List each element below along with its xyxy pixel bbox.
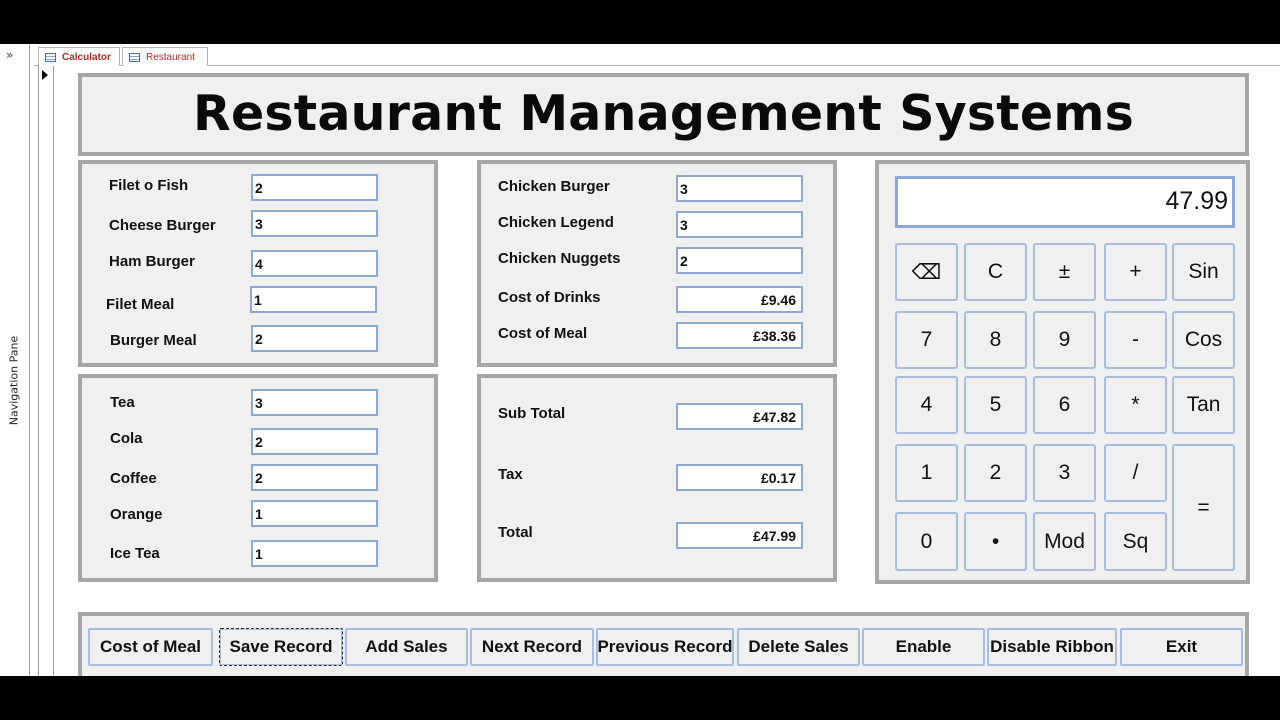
cheese-burger-field[interactable]: 3 <box>251 210 378 237</box>
chicken-legend-label: Chicken Legend <box>498 214 614 231</box>
sub-total-field[interactable]: £47.82 <box>676 403 803 430</box>
filet-meal-label: Filet Meal <box>106 296 175 313</box>
enable-button[interactable]: Enable <box>862 628 985 666</box>
plus-minus-key[interactable]: ± <box>1033 243 1096 301</box>
filet-o-fish-label: Filet o Fish <box>109 177 189 194</box>
cost-of-meal-button[interactable]: Cost of Meal <box>88 628 213 666</box>
cost-of-drinks-field[interactable]: £9.46 <box>676 286 803 313</box>
add-key[interactable]: + <box>1104 243 1167 301</box>
title-panel: Restaurant Management Systems <box>78 73 1249 156</box>
filet-meal-field[interactable]: 1 <box>250 286 377 313</box>
cola-field[interactable]: 2 <box>251 428 378 455</box>
clear-key[interactable]: C <box>964 243 1027 301</box>
equals-key[interactable]: = <box>1172 444 1235 571</box>
multiply-key[interactable]: * <box>1104 376 1167 434</box>
drinks-panel: Tea 3 Cola 2 Coffee 2 Orange 1 Ice Tea 1 <box>78 374 438 582</box>
total-label: Total <box>498 524 533 541</box>
coffee-label: Coffee <box>110 470 157 487</box>
filet-o-fish-field[interactable]: 2 <box>251 174 378 201</box>
backspace-icon: ⌫ <box>911 260 942 284</box>
tab-label: Calculator <box>62 51 111 63</box>
navigation-pane[interactable]: » Navigation Pane <box>0 44 30 676</box>
key-8[interactable]: 8 <box>964 311 1027 369</box>
burger-meal-field[interactable]: 2 <box>251 325 378 352</box>
cola-label: Cola <box>110 430 143 447</box>
key-2[interactable]: 2 <box>964 444 1027 502</box>
navigation-pane-label: Navigation Pane <box>7 335 21 426</box>
exit-button[interactable]: Exit <box>1120 628 1243 666</box>
chicken-nuggets-label: Chicken Nuggets <box>498 250 621 267</box>
expand-nav-pane-icon[interactable]: » <box>6 48 13 62</box>
subtract-key[interactable]: - <box>1104 311 1167 369</box>
restaurant-form: Restaurant Management Systems Filet o Fi… <box>55 66 1280 676</box>
form-icon <box>45 52 56 62</box>
action-buttons-panel: Cost of Meal Save Record Add Sales Next … <box>78 612 1249 676</box>
record-selector[interactable] <box>38 66 54 676</box>
next-record-button[interactable]: Next Record <box>470 628 594 666</box>
document-tab-strip: Calculator Restaurant <box>34 44 1280 66</box>
calculator-panel: 47.99 ⌫ C ± + Sin 7 8 9 - Cos 4 5 6 * Ta… <box>875 160 1250 584</box>
food-panel: Filet o Fish 2 Cheese Burger 3 Ham Burge… <box>78 160 438 367</box>
burger-meal-label: Burger Meal <box>110 332 197 349</box>
orange-label: Orange <box>110 506 163 523</box>
cost-of-meal-label: Cost of Meal <box>498 325 588 342</box>
key-4[interactable]: 4 <box>895 376 958 434</box>
coffee-field[interactable]: 2 <box>251 464 378 491</box>
cost-of-meal-field[interactable]: £38.36 <box>676 322 803 349</box>
calculator-display[interactable]: 47.99 <box>895 176 1235 228</box>
chicken-nuggets-field[interactable]: 2 <box>676 247 803 274</box>
decimal-point-key[interactable]: • <box>964 512 1027 571</box>
current-record-arrow-icon <box>42 70 48 80</box>
cos-key[interactable]: Cos <box>1172 311 1235 369</box>
backspace-key[interactable]: ⌫ <box>895 243 958 301</box>
chicken-burger-label: Chicken Burger <box>498 178 610 195</box>
tax-field[interactable]: £0.17 <box>676 464 803 491</box>
chicken-panel: Chicken Burger 3 Chicken Legend 3 Chicke… <box>477 160 837 367</box>
save-record-button[interactable]: Save Record <box>219 628 343 666</box>
divide-key[interactable]: / <box>1104 444 1167 502</box>
tax-label: Tax <box>498 466 523 483</box>
tea-label: Tea <box>110 394 135 411</box>
orange-field[interactable]: 1 <box>251 500 378 527</box>
tab-restaurant[interactable]: Restaurant <box>122 47 208 66</box>
total-field[interactable]: £47.99 <box>676 522 803 549</box>
key-5[interactable]: 5 <box>964 376 1027 434</box>
ham-burger-label: Ham Burger <box>109 253 195 270</box>
chicken-legend-field[interactable]: 3 <box>676 211 803 238</box>
ham-burger-field[interactable]: 4 <box>251 250 378 277</box>
tan-key[interactable]: Tan <box>1172 376 1235 434</box>
ice-tea-label: Ice Tea <box>110 545 160 562</box>
key-1[interactable]: 1 <box>895 444 958 502</box>
key-0[interactable]: 0 <box>895 512 958 571</box>
square-key[interactable]: Sq <box>1104 512 1167 571</box>
tab-label: Restaurant <box>146 51 195 63</box>
chicken-burger-field[interactable]: 3 <box>676 175 803 202</box>
cost-of-drinks-label: Cost of Drinks <box>498 289 601 306</box>
delete-sales-button[interactable]: Delete Sales <box>737 628 860 666</box>
table-icon <box>129 52 140 62</box>
access-window: » Navigation Pane Calculator Restaurant … <box>0 44 1280 676</box>
add-sales-button[interactable]: Add Sales <box>345 628 468 666</box>
key-7[interactable]: 7 <box>895 311 958 369</box>
key-3[interactable]: 3 <box>1033 444 1096 502</box>
key-9[interactable]: 9 <box>1033 311 1096 369</box>
disable-ribbon-button[interactable]: Disable Ribbon <box>987 628 1117 666</box>
ice-tea-field[interactable]: 1 <box>251 540 378 567</box>
totals-panel: Sub Total £47.82 Tax £0.17 Total £47.99 <box>477 374 837 582</box>
sin-key[interactable]: Sin <box>1172 243 1235 301</box>
page-title: Restaurant Management Systems <box>193 85 1134 142</box>
mod-key[interactable]: Mod <box>1033 512 1096 571</box>
tab-calculator[interactable]: Calculator <box>38 47 120 66</box>
tea-field[interactable]: 3 <box>251 389 378 416</box>
previous-record-button[interactable]: Previous Record <box>596 628 734 666</box>
key-6[interactable]: 6 <box>1033 376 1096 434</box>
cheese-burger-label: Cheese Burger <box>109 217 216 234</box>
sub-total-label: Sub Total <box>498 405 566 422</box>
